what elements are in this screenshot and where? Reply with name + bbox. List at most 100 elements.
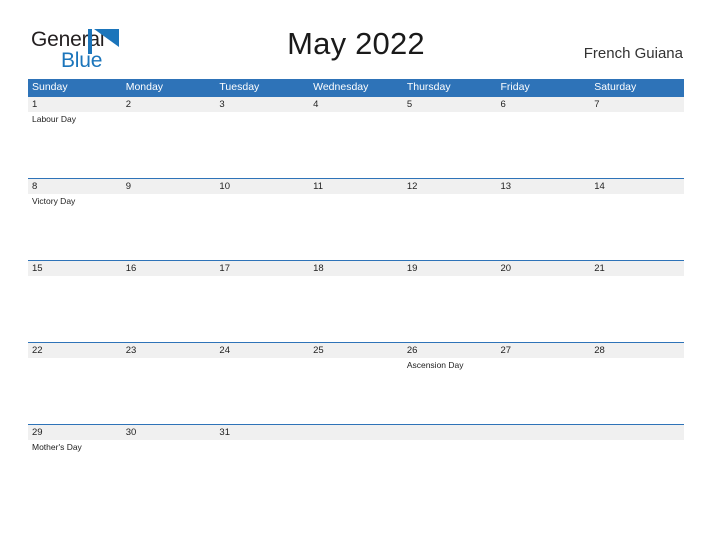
date-number[interactable]: 28 bbox=[590, 343, 684, 358]
day-cell[interactable] bbox=[403, 276, 497, 342]
date-number[interactable]: 1 bbox=[28, 97, 122, 112]
day-cell bbox=[497, 440, 591, 506]
calendar-week-row: 8 9 10 11 12 13 14 Victory Day bbox=[28, 178, 684, 260]
weekday-header-row: Sunday Monday Tuesday Wednesday Thursday… bbox=[28, 79, 684, 96]
day-cell[interactable] bbox=[122, 440, 216, 506]
day-cell[interactable] bbox=[403, 194, 497, 260]
day-cell[interactable] bbox=[122, 112, 216, 178]
day-cell[interactable] bbox=[497, 112, 591, 178]
date-number bbox=[309, 425, 403, 440]
week-event-band: Labour Day bbox=[28, 112, 684, 178]
date-number[interactable]: 15 bbox=[28, 261, 122, 276]
date-number[interactable]: 6 bbox=[497, 97, 591, 112]
day-cell[interactable] bbox=[309, 276, 403, 342]
date-number[interactable]: 26 bbox=[403, 343, 497, 358]
date-number[interactable]: 13 bbox=[497, 179, 591, 194]
day-cell bbox=[403, 440, 497, 506]
week-date-band: 15 16 17 18 19 20 21 bbox=[28, 260, 684, 276]
date-number[interactable]: 10 bbox=[215, 179, 309, 194]
date-number[interactable]: 18 bbox=[309, 261, 403, 276]
date-number[interactable]: 4 bbox=[309, 97, 403, 112]
date-number[interactable]: 8 bbox=[28, 179, 122, 194]
week-event-band bbox=[28, 276, 684, 342]
day-cell bbox=[309, 440, 403, 506]
date-number bbox=[590, 425, 684, 440]
date-number[interactable]: 11 bbox=[309, 179, 403, 194]
date-number[interactable]: 9 bbox=[122, 179, 216, 194]
day-cell[interactable] bbox=[215, 358, 309, 424]
weekday-header-saturday: Saturday bbox=[594, 81, 637, 93]
day-cell[interactable] bbox=[215, 194, 309, 260]
weekday-header-monday: Monday bbox=[125, 81, 164, 93]
day-cell[interactable] bbox=[122, 358, 216, 424]
holiday-label: Labour Day bbox=[32, 114, 76, 124]
day-cell[interactable] bbox=[215, 440, 309, 506]
day-cell[interactable] bbox=[309, 112, 403, 178]
day-cell[interactable] bbox=[403, 112, 497, 178]
weekday-header-thursday: Thursday bbox=[406, 81, 451, 93]
date-number[interactable]: 31 bbox=[215, 425, 309, 440]
day-cell[interactable] bbox=[590, 276, 684, 342]
calendar-week-row: 1 2 3 4 5 6 7 Labour Day bbox=[28, 96, 684, 178]
day-cell[interactable] bbox=[590, 194, 684, 260]
calendar-page: General Blue May 2022 French Guiana Sund… bbox=[0, 0, 712, 550]
day-cell[interactable]: Victory Day bbox=[28, 194, 122, 260]
week-event-band: Mother's Day bbox=[28, 440, 684, 506]
region-label: French Guiana bbox=[583, 45, 683, 62]
day-cell[interactable] bbox=[28, 276, 122, 342]
page-header: General Blue May 2022 French Guiana bbox=[0, 0, 712, 76]
day-cell[interactable] bbox=[122, 276, 216, 342]
date-number[interactable]: 30 bbox=[122, 425, 216, 440]
date-number[interactable]: 24 bbox=[215, 343, 309, 358]
day-cell[interactable] bbox=[309, 358, 403, 424]
date-number[interactable]: 3 bbox=[215, 97, 309, 112]
date-number[interactable]: 17 bbox=[215, 261, 309, 276]
weekday-header-sunday: Sunday bbox=[32, 81, 68, 93]
holiday-label: Ascension Day bbox=[406, 360, 464, 370]
date-number[interactable]: 21 bbox=[590, 261, 684, 276]
date-number[interactable]: 7 bbox=[590, 97, 684, 112]
week-event-band: Ascension Day bbox=[28, 358, 684, 424]
day-cell[interactable] bbox=[497, 276, 591, 342]
day-cell[interactable] bbox=[309, 194, 403, 260]
date-number[interactable]: 19 bbox=[403, 261, 497, 276]
week-date-band: 29 30 31 bbox=[28, 424, 684, 440]
date-number[interactable]: 23 bbox=[122, 343, 216, 358]
calendar-week-row: 15 16 17 18 19 20 21 bbox=[28, 260, 684, 342]
day-cell[interactable]: Mother's Day bbox=[28, 440, 122, 506]
day-cell[interactable] bbox=[122, 194, 216, 260]
day-cell[interactable] bbox=[215, 112, 309, 178]
day-cell[interactable] bbox=[590, 358, 684, 424]
date-number[interactable]: 22 bbox=[28, 343, 122, 358]
calendar-week-row: 29 30 31 Mother's Day bbox=[28, 424, 684, 506]
weekday-header-tuesday: Tuesday bbox=[219, 81, 260, 93]
date-number bbox=[403, 425, 497, 440]
date-number[interactable]: 20 bbox=[497, 261, 591, 276]
week-date-band: 22 23 24 25 26 27 28 bbox=[28, 342, 684, 358]
date-number[interactable]: 14 bbox=[590, 179, 684, 194]
date-number[interactable]: 2 bbox=[122, 97, 216, 112]
calendar-grid: Sunday Monday Tuesday Wednesday Thursday… bbox=[28, 79, 684, 506]
week-date-band: 1 2 3 4 5 6 7 bbox=[28, 96, 684, 112]
date-number[interactable]: 29 bbox=[28, 425, 122, 440]
day-cell[interactable]: Ascension Day bbox=[403, 358, 497, 424]
weekday-header-wednesday: Wednesday bbox=[313, 81, 369, 93]
day-cell bbox=[590, 440, 684, 506]
day-cell[interactable] bbox=[497, 358, 591, 424]
date-number[interactable]: 27 bbox=[497, 343, 591, 358]
day-cell[interactable] bbox=[590, 112, 684, 178]
holiday-label: Victory Day bbox=[32, 196, 76, 206]
day-cell[interactable]: Labour Day bbox=[28, 112, 122, 178]
weekday-header-friday: Friday bbox=[500, 81, 530, 93]
day-cell[interactable] bbox=[215, 276, 309, 342]
day-cell[interactable] bbox=[497, 194, 591, 260]
day-cell[interactable] bbox=[28, 358, 122, 424]
week-event-band: Victory Day bbox=[28, 194, 684, 260]
date-number[interactable]: 16 bbox=[122, 261, 216, 276]
date-number bbox=[497, 425, 591, 440]
calendar-week-row: 22 23 24 25 26 27 28 Ascension Day bbox=[28, 342, 684, 424]
date-number[interactable]: 12 bbox=[403, 179, 497, 194]
date-number[interactable]: 25 bbox=[309, 343, 403, 358]
holiday-label: Mother's Day bbox=[32, 442, 82, 452]
date-number[interactable]: 5 bbox=[403, 97, 497, 112]
